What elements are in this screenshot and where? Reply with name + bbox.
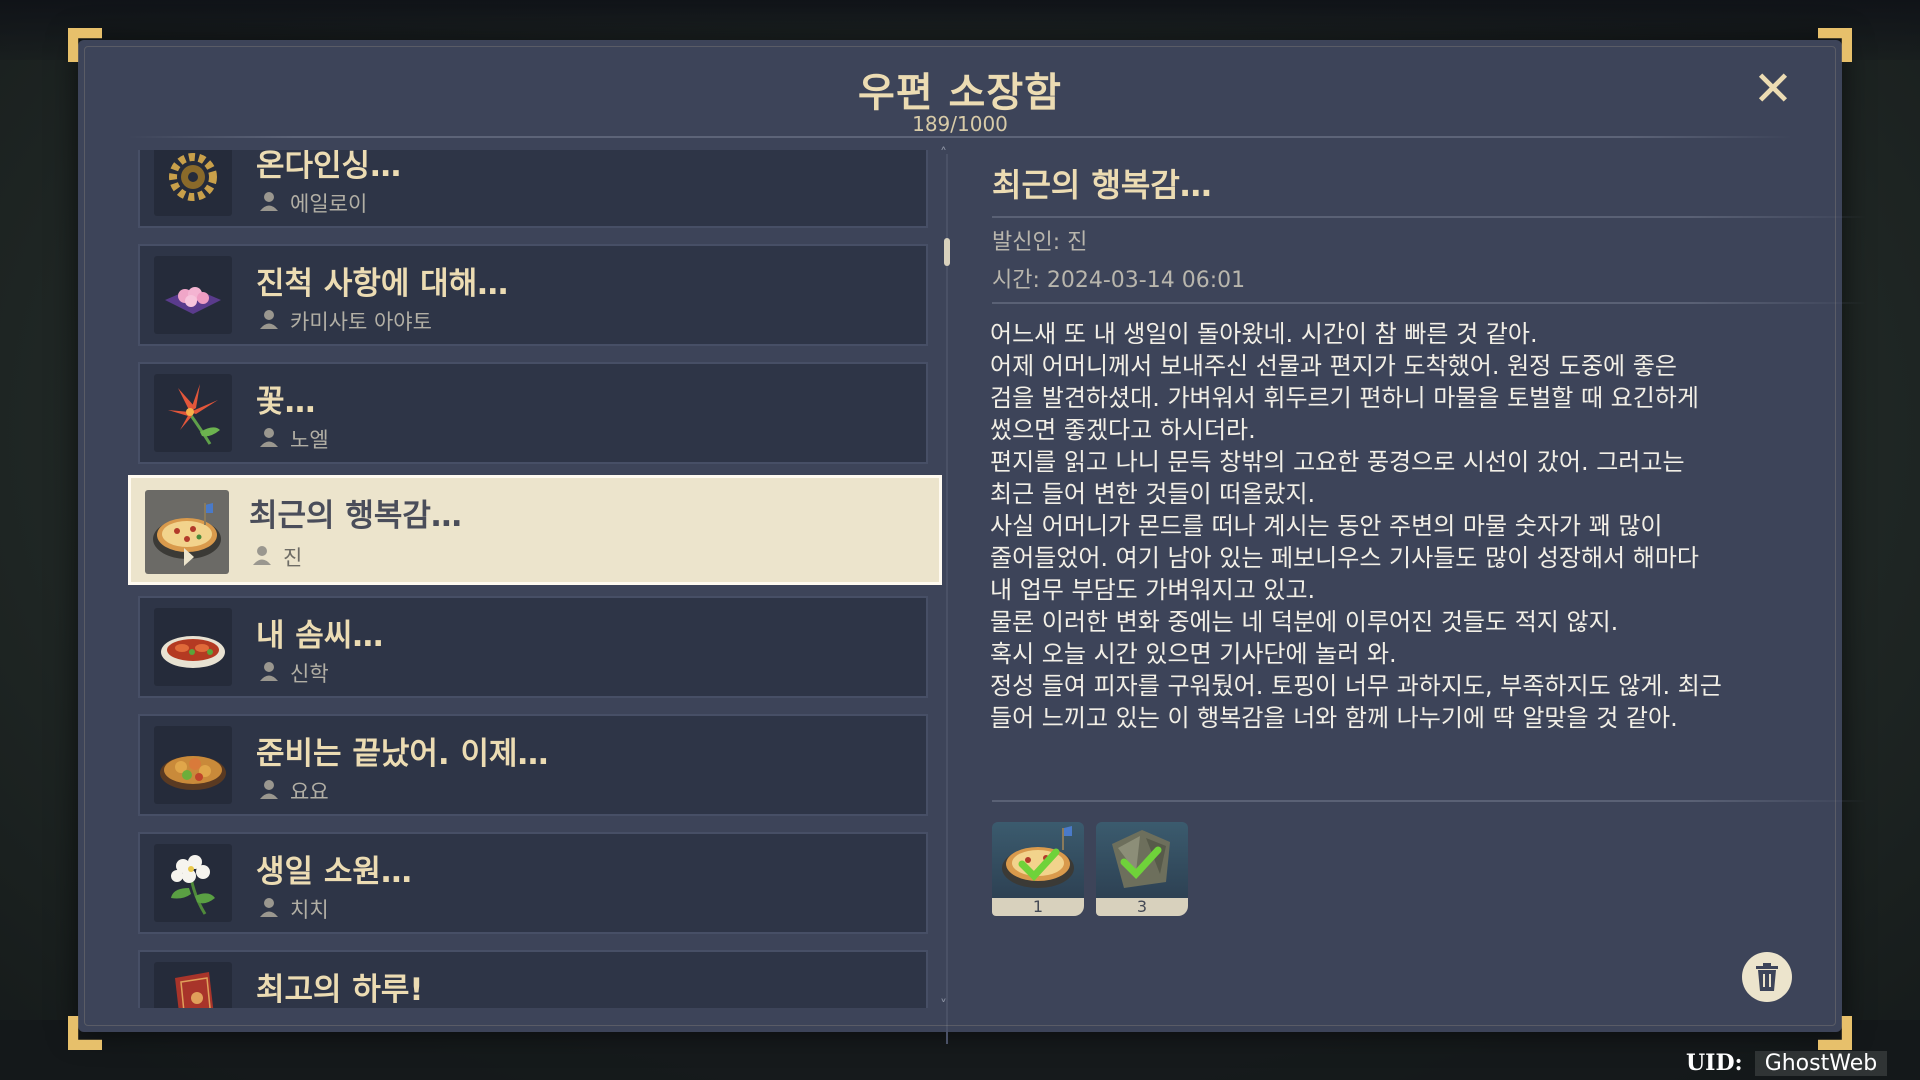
- attachment-item[interactable]: 3: [1096, 822, 1188, 916]
- pizza-icon: [1002, 826, 1074, 888]
- mail-list[interactable]: 온다인싱… 에일로이 진척 사항에 대해… 카미사토 아야토 꽃… 노엘 최근의: [126, 150, 948, 1008]
- mail-sender: 진: [283, 546, 303, 570]
- mail-sender: 카미사토 아야토: [290, 310, 432, 334]
- book-icon: [154, 962, 232, 1008]
- mail-sender: 치치: [290, 898, 329, 922]
- lily-icon: [154, 374, 232, 452]
- uid-label: UID:: [1686, 1050, 1743, 1076]
- selection-arrow-icon: [184, 548, 194, 566]
- mail-title: 내 솜씨…: [256, 618, 384, 654]
- attachment-divider: [992, 800, 1866, 802]
- delete-button[interactable]: [1742, 952, 1792, 1002]
- mail-item[interactable]: 생일 소원… 치치: [138, 832, 928, 934]
- detail-time: 시간: 2024-03-14 06:01: [992, 268, 1246, 293]
- attachment-item[interactable]: 1: [992, 822, 1084, 916]
- person-icon: [260, 780, 278, 799]
- scrollbar-track[interactable]: [946, 154, 948, 1044]
- mail-title: 생일 소원…: [256, 854, 412, 890]
- mail-title: 최근의 행복감…: [249, 498, 462, 534]
- mail-sender: 노엘: [290, 428, 329, 452]
- detail-meta-divider: [992, 302, 1866, 304]
- dish-icon: [154, 608, 232, 686]
- mail-title: 온다인싱…: [256, 150, 402, 184]
- platter-icon: [154, 726, 232, 804]
- sword-fragment-icon: [1112, 830, 1170, 888]
- mail-sender: 신학: [290, 662, 329, 686]
- scroll-up-icon[interactable]: ˄: [940, 146, 947, 162]
- mail-item[interactable]: 진척 사항에 대해… 카미사토 아야토: [138, 244, 928, 346]
- detail-sender: 발신인: 진: [992, 230, 1088, 255]
- close-button[interactable]: ✕: [1748, 64, 1798, 114]
- mail-item[interactable]: 꽃… 노엘: [138, 362, 928, 464]
- mail-title: 최고의 하루!: [256, 972, 424, 1008]
- detail-title-divider: [992, 216, 1866, 218]
- mail-sender: 요요: [290, 780, 329, 804]
- scrollbar-thumb[interactable]: [944, 238, 950, 266]
- person-icon: [260, 310, 278, 329]
- mail-count: 189/1000: [912, 112, 1008, 136]
- uid-value: GhostWeb: [1754, 1051, 1888, 1076]
- person-icon: [260, 898, 278, 917]
- uid-display: UID: GhostWeb: [1686, 1050, 1888, 1076]
- mail-item[interactable]: 온다인싱… 에일로이: [138, 150, 928, 228]
- mail-title: 꽃…: [256, 384, 316, 420]
- person-icon: [260, 428, 278, 447]
- scroll-down-icon[interactable]: ˅: [940, 998, 947, 1014]
- trash-icon: [1756, 963, 1778, 991]
- header-divider: [128, 136, 1792, 138]
- person-icon: [260, 662, 278, 681]
- detail-title: 최근의 행복감…: [992, 166, 1212, 204]
- attachment-count: 1: [992, 898, 1084, 916]
- dialog-title: 우편 소장함: [858, 70, 1062, 116]
- mail-item[interactable]: 준비는 끝났어. 이제… 요요: [138, 714, 928, 816]
- person-icon: [260, 192, 278, 211]
- attachment-count: 3: [1096, 898, 1188, 916]
- mail-archive-dialog: 우편 소장함 189/1000 ✕ 온다인싱… 에일로이 진척 사항에 대해… …: [78, 40, 1866, 1044]
- mail-item[interactable]: 최고의 하루! 베넷: [138, 950, 928, 1008]
- flower-sweets-icon: [154, 256, 232, 334]
- mail-sender: 에일로이: [290, 192, 368, 216]
- mail-title: 준비는 끝났어. 이제…: [256, 736, 549, 772]
- mail-body-text: 어느새 또 내 생일이 돌아왔네. 시간이 참 빠른 것 같아. 어제 어머니께…: [990, 320, 1722, 732]
- white-flower-icon: [154, 844, 232, 922]
- mail-title: 진척 사항에 대해…: [256, 266, 509, 302]
- mail-item[interactable]: 내 솜씨… 신학: [138, 596, 928, 698]
- gear-icon: [154, 150, 232, 216]
- mail-item-selected[interactable]: 최근의 행복감… 진: [128, 475, 942, 585]
- person-icon: [253, 546, 271, 565]
